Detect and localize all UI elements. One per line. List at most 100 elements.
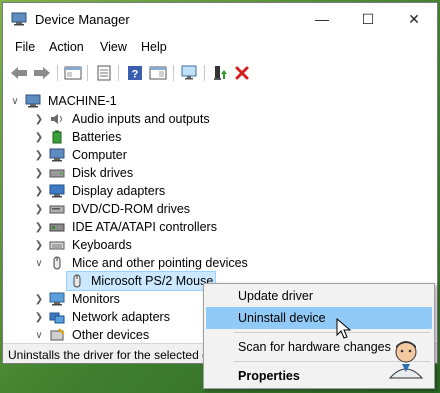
close-icon: ✕ bbox=[408, 10, 420, 27]
minimize-icon: — bbox=[315, 11, 329, 27]
tree-category-computer[interactable]: ❯ Computer bbox=[3, 146, 437, 164]
update-driver-menu-item[interactable]: Update driver bbox=[206, 285, 432, 307]
category-label: Monitors bbox=[72, 292, 120, 306]
menu-help[interactable]: Help bbox=[141, 40, 167, 54]
toolbar-separator bbox=[204, 65, 205, 81]
title-bar: Device Manager — ☐ ✕ bbox=[3, 3, 437, 35]
category-label: Network adapters bbox=[72, 310, 170, 324]
back-button[interactable] bbox=[9, 63, 29, 83]
red-x-icon bbox=[235, 66, 249, 80]
status-text: Uninstalls the driver for the selected d bbox=[8, 348, 209, 362]
mouse-cursor-icon bbox=[336, 318, 352, 339]
svg-text:?: ? bbox=[132, 69, 139, 81]
uninstall-device-menu-item[interactable]: Uninstall device bbox=[206, 307, 432, 329]
category-label: Disk drives bbox=[72, 166, 134, 180]
disk-drive-icon bbox=[49, 169, 65, 178]
monitor-icon bbox=[49, 292, 65, 306]
maximize-button[interactable]: ☐ bbox=[345, 3, 391, 35]
console-tree-icon bbox=[64, 66, 82, 80]
tree-device-ps2-mouse[interactable]: Microsoft PS/2 Mouse bbox=[66, 271, 216, 291]
display-adapter-icon bbox=[49, 184, 65, 198]
device-label: Microsoft PS/2 Mouse bbox=[91, 274, 214, 288]
root-label: MACHINE-1 bbox=[48, 94, 117, 108]
computer-icon bbox=[49, 148, 65, 162]
chevron-right-icon[interactable]: ❯ bbox=[34, 236, 44, 254]
tree-category-audio[interactable]: ❯ Audio inputs and outputs bbox=[3, 110, 437, 128]
battery-icon bbox=[52, 130, 62, 144]
chevron-right-icon[interactable]: ❯ bbox=[34, 110, 44, 128]
scan-hardware-button[interactable] bbox=[179, 63, 199, 83]
tree-category-disk-drives[interactable]: ❯ Disk drives bbox=[3, 164, 437, 182]
help-icon: ? bbox=[128, 66, 142, 81]
chevron-right-icon[interactable]: ❯ bbox=[34, 308, 44, 326]
chevron-right-icon[interactable]: ❯ bbox=[34, 164, 44, 182]
tree-category-display-adapters[interactable]: ❯ Display adapters bbox=[3, 182, 437, 200]
action-pane-button[interactable] bbox=[148, 63, 168, 83]
watermark-logo bbox=[388, 341, 424, 379]
tree-category-ide-controllers[interactable]: ❯ IDE ATA/ATAPI controllers bbox=[3, 218, 437, 236]
uninstall-toolbar-button[interactable] bbox=[232, 63, 252, 83]
dvd-drive-icon bbox=[49, 205, 65, 214]
tree-category-mice[interactable]: ∨ Mice and other pointing devices bbox=[3, 254, 437, 272]
menu-item-label: Update driver bbox=[238, 289, 314, 303]
mouse-icon bbox=[73, 274, 81, 288]
chevron-down-icon[interactable]: ∨ bbox=[34, 254, 44, 272]
chevron-right-icon[interactable]: ❯ bbox=[34, 128, 44, 146]
toolbar-separator bbox=[57, 65, 58, 81]
toolbar: ? bbox=[3, 59, 437, 88]
tree-category-batteries[interactable]: ❯ Batteries bbox=[3, 128, 437, 146]
chevron-right-icon[interactable]: ❯ bbox=[34, 146, 44, 164]
chevron-right-icon[interactable]: ❯ bbox=[34, 200, 44, 218]
category-label: Batteries bbox=[72, 130, 122, 144]
help-toolbar-button[interactable]: ? bbox=[125, 63, 145, 83]
back-arrow-icon bbox=[11, 67, 27, 79]
maximize-icon: ☐ bbox=[361, 10, 375, 27]
menu-bar: File Action View Help bbox=[3, 35, 437, 59]
category-label: Audio inputs and outputs bbox=[72, 112, 210, 126]
update-driver-button[interactable] bbox=[210, 63, 230, 83]
category-label: Other devices bbox=[72, 328, 150, 342]
tree-category-keyboards[interactable]: ❯ Keyboards bbox=[3, 236, 437, 254]
tree-category-dvd-drives[interactable]: ❯ DVD/CD-ROM drives bbox=[3, 200, 437, 218]
properties-toolbar-button[interactable] bbox=[94, 63, 114, 83]
menu-file[interactable]: File bbox=[15, 40, 35, 54]
minimize-button[interactable]: — bbox=[299, 3, 345, 35]
category-label: Computer bbox=[72, 148, 127, 162]
menu-separator bbox=[234, 332, 430, 333]
chevron-down-icon[interactable]: ∨ bbox=[10, 92, 20, 110]
toolbar-separator bbox=[173, 65, 174, 81]
category-label: DVD/CD-ROM drives bbox=[72, 202, 191, 216]
window-title: Device Manager bbox=[35, 12, 130, 27]
toolbar-separator bbox=[87, 65, 88, 81]
chevron-right-icon[interactable]: ❯ bbox=[34, 218, 44, 236]
close-button[interactable]: ✕ bbox=[391, 3, 437, 35]
show-hide-tree-button[interactable] bbox=[63, 63, 83, 83]
tree-root-node[interactable]: ∨ MACHINE-1 bbox=[3, 92, 437, 110]
forward-button[interactable] bbox=[32, 63, 52, 83]
chevron-right-icon[interactable]: ❯ bbox=[34, 182, 44, 200]
toolbar-separator bbox=[118, 65, 119, 81]
menu-item-label: Uninstall device bbox=[238, 311, 326, 325]
controller-icon bbox=[49, 223, 65, 232]
chevron-right-icon[interactable]: ❯ bbox=[34, 290, 44, 308]
mouse-icon bbox=[53, 256, 61, 270]
menu-action[interactable]: Action bbox=[49, 40, 84, 54]
device-manager-icon bbox=[11, 12, 27, 26]
speaker-icon bbox=[51, 114, 62, 124]
category-label: Display adapters bbox=[72, 184, 166, 198]
menu-item-label: Properties bbox=[238, 369, 300, 383]
menu-item-label: Scan for hardware changes bbox=[238, 340, 391, 354]
category-label: Mice and other pointing devices bbox=[72, 256, 248, 270]
computer-icon bbox=[25, 94, 41, 108]
action-pane-icon bbox=[149, 66, 167, 80]
forward-arrow-icon bbox=[34, 67, 50, 79]
category-label: IDE ATA/ATAPI controllers bbox=[72, 220, 217, 234]
chevron-down-icon[interactable]: ∨ bbox=[34, 326, 44, 344]
update-driver-icon bbox=[214, 66, 227, 80]
menu-view[interactable]: View bbox=[100, 40, 127, 54]
category-label: Keyboards bbox=[72, 238, 132, 252]
other-devices-icon bbox=[50, 328, 65, 341]
keyboard-icon bbox=[49, 241, 65, 250]
properties-sheet-icon bbox=[97, 65, 111, 81]
monitor-scan-icon bbox=[181, 65, 197, 80]
